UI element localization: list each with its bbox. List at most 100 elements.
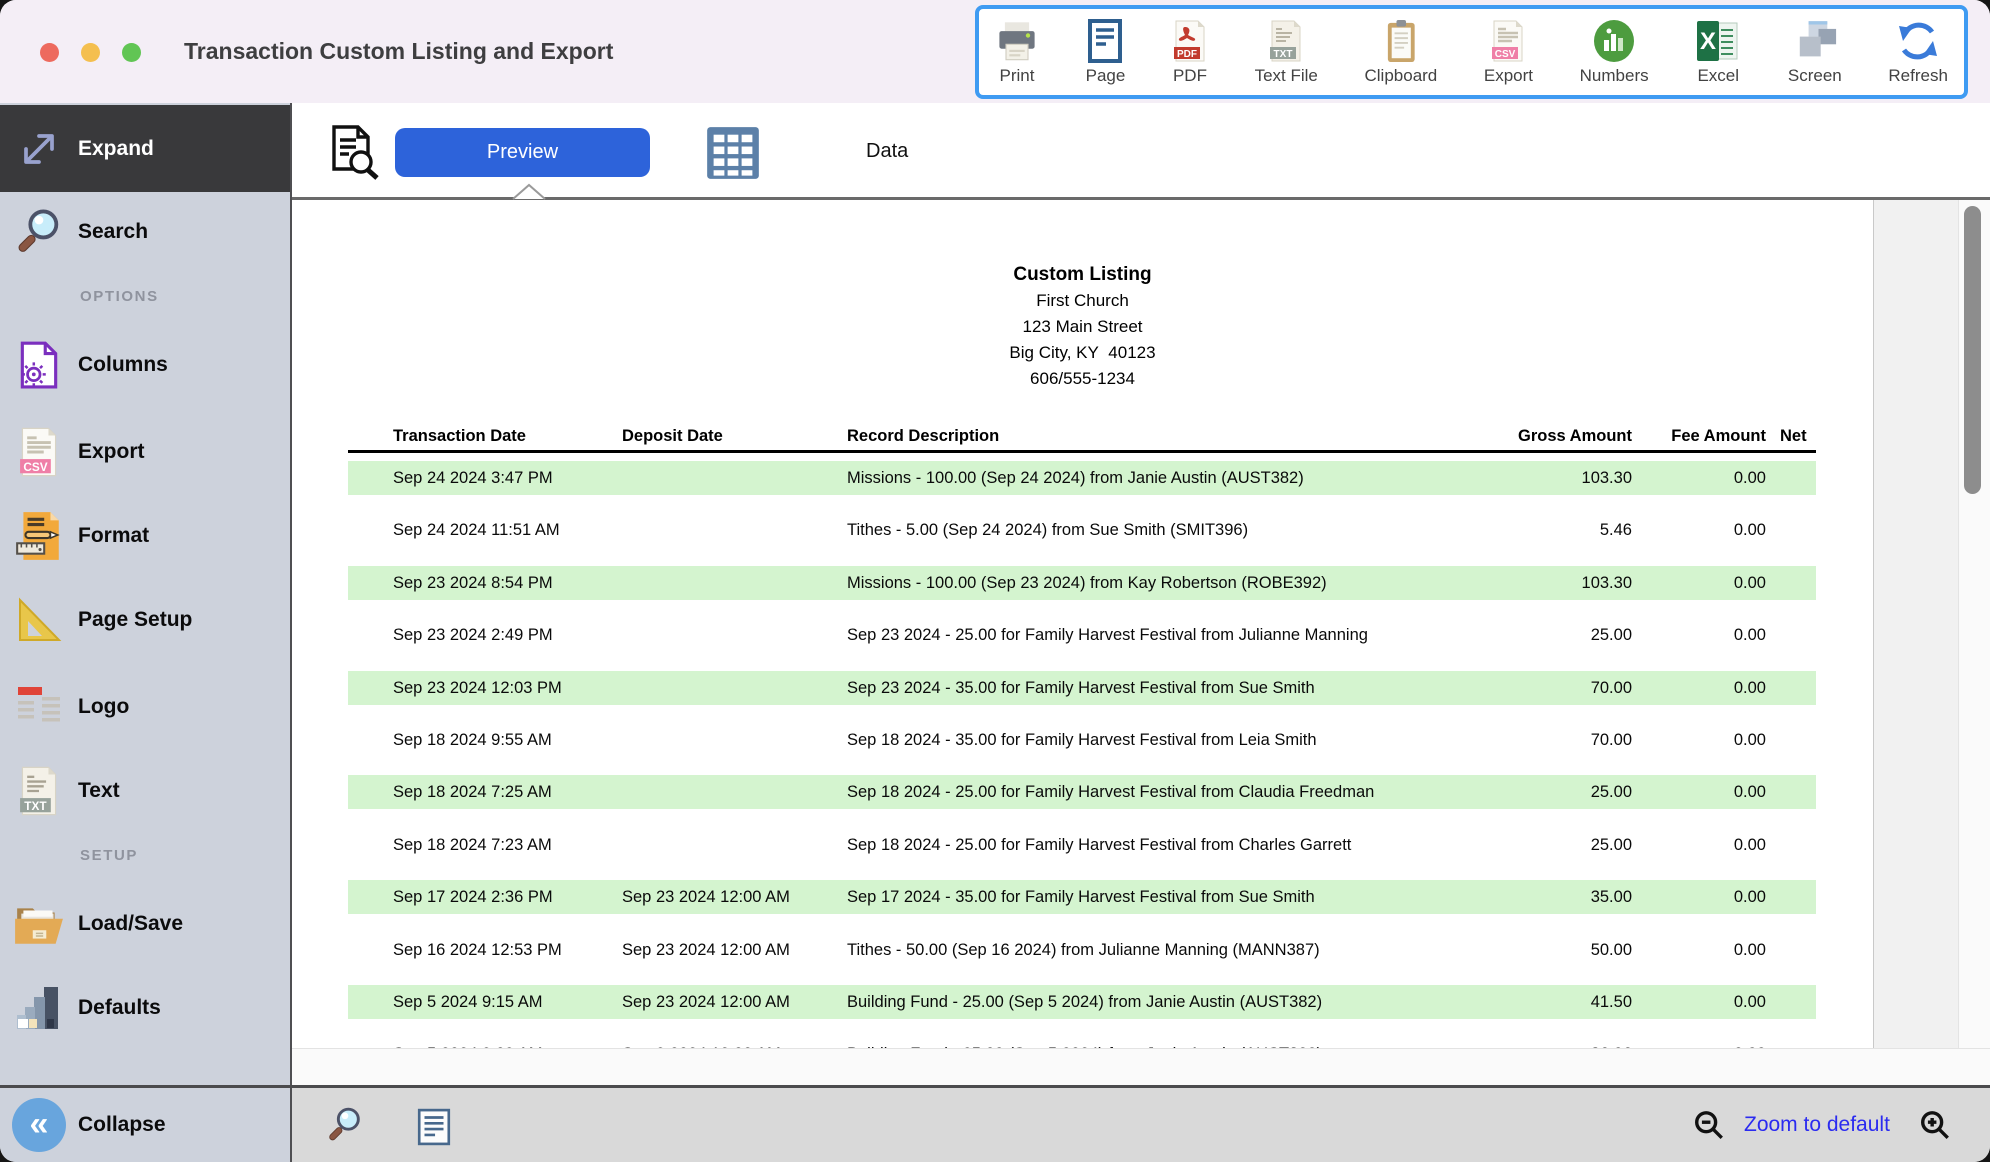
cell-gross-amount: 103.30 [1582,461,1632,495]
folder-icon [0,901,78,947]
cell-deposit-date: Sep 23 2024 12:00 AM [622,880,790,914]
page-button[interactable]: Page [1086,19,1126,86]
numbers-button[interactable]: Numbers [1580,19,1649,86]
cell-deposit-date: Sep 9 2024 12:00 AM [622,1037,781,1048]
cell-record-description: Sep 18 2024 - 35.00 for Family Harvest F… [847,723,1317,757]
table-row[interactable]: Sep 24 2024 3:47 PMMissions - 100.00 (Se… [348,461,1816,495]
cell-gross-amount: 50.00 [1591,933,1632,967]
cell-fee-amount: 0.88 [1734,1037,1766,1048]
tab-data[interactable]: Data [866,140,908,163]
report-title: Custom Listing [292,262,1873,288]
table-row[interactable]: Sep 24 2024 11:51 AMTithes - 5.00 (Sep 2… [348,513,1816,547]
table-row[interactable]: Sep 5 2024 9:09 AMSep 9 2024 12:00 AMBui… [348,1037,1816,1048]
cell-transaction-date: Sep 23 2024 12:03 PM [393,671,562,705]
cell-gross-amount: 5.46 [1600,513,1632,547]
app-window: Transaction Custom Listing and Export Pr… [0,0,1990,1162]
cell-fee-amount: 0.00 [1734,880,1766,914]
table-row[interactable]: Sep 17 2024 2:36 PMSep 23 2024 12:00 AMS… [348,880,1816,914]
cell-record-description: Building Fund - 25.00 (Sep 5 2024) from … [847,985,1322,1019]
text-file-icon: TXT [1268,19,1304,63]
window-title: Transaction Custom Listing and Export [184,0,613,103]
sidebar-item-format[interactable]: Format [0,494,290,578]
cell-record-description: Missions - 100.00 (Sep 23 2024) from Kay… [847,566,1327,600]
sidebar-item-page-setup[interactable]: Page Setup [0,578,290,662]
cell-record-description: Sep 23 2024 - 35.00 for Family Harvest F… [847,671,1315,705]
col-record-description: Record Description [847,427,999,446]
zoom-to-default-link[interactable]: Zoom to default [1744,1088,1890,1162]
zoom-window-icon[interactable] [122,43,141,62]
text-file-button[interactable]: TXT Text File [1255,19,1318,86]
print-button[interactable]: Print [995,19,1039,86]
export-csv-button[interactable]: CSV Export [1484,19,1533,86]
svg-text:TXT: TXT [24,799,47,813]
tab-preview[interactable]: Preview [395,128,650,177]
refresh-button[interactable]: Refresh [1888,19,1948,86]
svg-text:CSV: CSV [1495,49,1516,60]
sidebar-item-export[interactable]: CSV Export [0,410,290,494]
active-tab-caret [511,183,547,205]
excel-button[interactable]: X Excel [1695,19,1741,86]
sidebar-item-search[interactable]: Search [0,190,290,274]
screen-button[interactable]: Screen [1788,19,1842,86]
data-tab-icon[interactable] [705,125,761,186]
vertical-scrollbar-thumb[interactable] [1964,206,1981,494]
cell-transaction-date: Sep 24 2024 11:51 AM [393,513,560,547]
sidebar-item-collapse[interactable]: « Collapse [0,1083,290,1162]
search-preview-button[interactable] [325,1105,365,1150]
clipboard-button[interactable]: Clipboard [1365,19,1438,86]
report-preview: Custom Listing First Church 123 Main Str… [292,200,1990,1048]
cell-transaction-date: Sep 17 2024 2:36 PM [393,880,553,914]
svg-text:X: X [1700,28,1716,55]
cell-fee-amount: 0.00 [1734,618,1766,652]
screen-icon [1791,19,1839,63]
csv-file-icon: CSV [1490,19,1526,63]
sidebar-item-expand[interactable]: Expand [0,105,290,192]
excel-icon: X [1695,19,1741,63]
cell-fee-amount: 0.00 [1734,671,1766,705]
cell-gross-amount: 36.06 [1591,1037,1632,1048]
sidebar-section-setup: SETUP [80,847,138,864]
pdf-icon: PDF [1172,19,1208,63]
logo-icon [0,685,78,729]
page-view-button[interactable] [417,1108,451,1151]
minimize-window-icon[interactable] [81,43,100,62]
cell-fee-amount: 0.00 [1734,828,1766,862]
cell-transaction-date: Sep 23 2024 8:54 PM [393,566,553,600]
factory-icon [0,984,78,1032]
export-toolbar: Print Page PDF PDF TXT Text File Clipboa… [975,5,1968,99]
cell-gross-amount: 103.30 [1582,566,1632,600]
expand-icon [0,123,78,175]
pdf-button[interactable]: PDF PDF [1172,19,1208,86]
text-file-icon: TXT [0,765,78,817]
table-row[interactable]: Sep 5 2024 9:15 AMSep 23 2024 12:00 AMBu… [348,985,1816,1019]
collapse-icon: « [0,1097,78,1153]
sidebar-item-logo[interactable]: Logo [0,665,290,749]
search-icon [0,206,78,258]
format-icon [0,510,78,562]
close-window-icon[interactable] [40,43,59,62]
cell-fee-amount: 0.00 [1734,513,1766,547]
cell-record-description: Missions - 100.00 (Sep 24 2024) from Jan… [847,461,1304,495]
sidebar-item-defaults[interactable]: Defaults [0,966,290,1050]
table-row[interactable]: Sep 16 2024 12:53 PMSep 23 2024 12:00 AM… [348,933,1816,967]
table-row[interactable]: Sep 23 2024 2:49 PMSep 23 2024 - 25.00 f… [348,618,1816,652]
table-row[interactable]: Sep 23 2024 12:03 PM Sep 23 2024 - 35.00 … [348,671,1816,705]
org-street: 123 Main Street [292,314,1873,340]
cell-gross-amount: 70.00 [1591,671,1632,705]
svg-text:TXT: TXT [1274,49,1293,60]
zoom-in-icon[interactable] [1918,1109,1952,1148]
page-icon [1087,19,1123,63]
clipboard-icon [1385,19,1418,63]
table-row[interactable]: Sep 18 2024 7:25 AMSep 18 2024 - 25.00 f… [348,775,1816,809]
horizontal-scrollbar-track[interactable] [292,1048,1990,1085]
numbers-icon [1592,19,1636,63]
sidebar-item-columns[interactable]: Columns [0,323,290,407]
cell-gross-amount: 25.00 [1591,828,1632,862]
table-row[interactable]: Sep 18 2024 7:23 AMSep 18 2024 - 25.00 f… [348,828,1816,862]
sidebar-item-text[interactable]: TXT Text [0,749,290,833]
cell-fee-amount: 0.00 [1734,461,1766,495]
table-row[interactable]: Sep 23 2024 8:54 PM Missions - 100.00 (Se… [348,566,1816,600]
table-row[interactable]: Sep 18 2024 9:55 AMSep 18 2024 - 35.00 f… [348,723,1816,757]
sidebar-item-load-save[interactable]: Load/Save [0,882,290,966]
zoom-out-icon[interactable] [1692,1109,1726,1148]
